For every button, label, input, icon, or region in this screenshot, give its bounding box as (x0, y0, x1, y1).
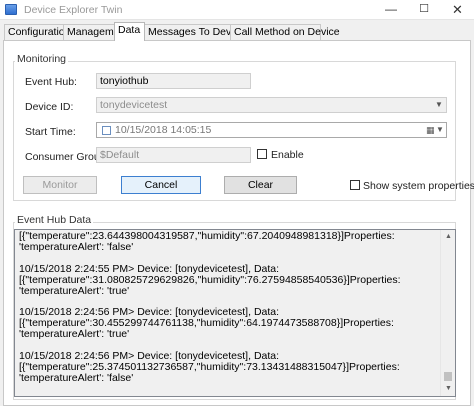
start-time-label: Start Time: (25, 126, 76, 138)
title-bar: Device Explorer Twin — ☐ ✕ (0, 0, 474, 20)
chevron-down-icon[interactable]: ▼ (435, 124, 445, 136)
output-line: 10/15/2018 2:24:55 PM> Device: [tonydevi… (19, 262, 280, 275)
monitor-button[interactable]: Monitor (23, 176, 97, 194)
tab-management[interactable]: Management (63, 24, 128, 40)
event-hub-output-text: [{"temperature":23.644398004319587,"humi… (19, 231, 439, 384)
close-icon[interactable]: ✕ (441, 0, 474, 20)
start-time-checkbox[interactable] (102, 126, 111, 135)
minimize-icon[interactable]: — (375, 0, 407, 20)
window-title: Device Explorer Twin (24, 4, 123, 16)
enable-label: Enable (271, 149, 304, 161)
scroll-down-icon[interactable]: ▼ (441, 382, 455, 396)
tab-messages-to-device[interactable]: Messages To Device (144, 24, 245, 40)
output-line: 'temperatureAlert': 'true' (19, 328, 130, 341)
maximize-icon[interactable]: ☐ (408, 0, 440, 20)
cancel-button[interactable]: Cancel (121, 176, 201, 194)
tab-configuration[interactable]: Configuration (4, 24, 70, 40)
event-hub-output[interactable]: [{"temperature":23.644398004319587,"humi… (14, 229, 456, 397)
start-time-picker[interactable]: 10/15/2018 14:05:15 ▦ ▼ (96, 122, 447, 138)
output-line: [{"temperature":31.080825729629826,"humi… (19, 273, 401, 286)
output-line: 'temperatureAlert': 'false' (19, 240, 134, 253)
device-id-value: tonydevicetest (100, 99, 168, 111)
consumer-group-field: $Default (96, 147, 251, 163)
device-id-select[interactable]: tonydevicetest ▼ (96, 97, 447, 113)
vertical-scrollbar[interactable]: ▲ ▼ (440, 230, 455, 396)
enable-checkbox[interactable] (257, 149, 267, 159)
tab-data[interactable]: Data (114, 22, 145, 41)
device-id-label: Device ID: (25, 101, 74, 113)
tab-call-method[interactable]: Call Method on Device (230, 24, 340, 40)
event-hub-data-label: Event Hub Data (15, 214, 94, 226)
chevron-down-icon: ▼ (435, 100, 443, 109)
scroll-up-icon[interactable]: ▲ (441, 230, 455, 244)
clear-button[interactable]: Clear (224, 176, 297, 194)
event-hub-label: Event Hub: (25, 76, 77, 88)
app-icon (5, 4, 17, 15)
monitoring-group-label: Monitoring (15, 53, 69, 65)
event-hub-field: tonyiothub (96, 73, 251, 89)
show-system-properties-checkbox[interactable] (350, 180, 360, 190)
show-system-properties-label: Show system properties (363, 180, 474, 192)
output-line: 'temperatureAlert': 'true' (19, 284, 130, 297)
scroll-thumb[interactable] (444, 372, 452, 381)
start-time-value: 10/15/2018 14:05:15 (115, 124, 212, 136)
output-line: 'temperatureAlert': 'false' (19, 371, 134, 384)
